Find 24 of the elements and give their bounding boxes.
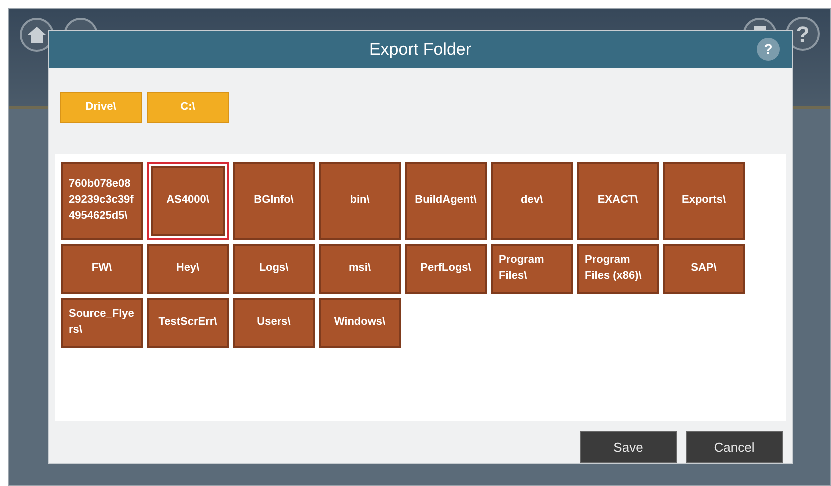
- folder-tile[interactable]: Logs\: [233, 244, 315, 294]
- folder-tile[interactable]: msi\: [319, 244, 401, 294]
- folder-tile[interactable]: Hey\: [147, 244, 229, 294]
- folder-tile[interactable]: Program Files (x86)\: [577, 244, 659, 294]
- folder-tile[interactable]: TestScrErr\: [147, 298, 229, 348]
- folder-tile[interactable]: BGInfo\: [233, 162, 315, 240]
- help-button[interactable]: ?: [757, 38, 780, 61]
- folder-tile[interactable]: dev\: [491, 162, 573, 240]
- folder-tile[interactable]: Source_Flyers\: [61, 298, 143, 348]
- folder-tile[interactable]: EXACT\: [577, 162, 659, 240]
- save-button[interactable]: Save: [580, 431, 677, 463]
- folder-tile[interactable]: Program Files\: [491, 244, 573, 294]
- folder-tile[interactable]: Exports\: [663, 162, 745, 240]
- folder-tile[interactable]: 760b078e0829239c3c39f4954625d5\: [61, 162, 143, 240]
- folder-tile[interactable]: Users\: [233, 298, 315, 348]
- folder-tile[interactable]: BuildAgent\: [405, 162, 487, 240]
- folder-tile[interactable]: FW\: [61, 244, 143, 294]
- folder-tile[interactable]: Windows\: [319, 298, 401, 348]
- folder-tile[interactable]: PerfLogs\: [405, 244, 487, 294]
- cancel-button[interactable]: Cancel: [686, 431, 783, 463]
- folder-tile[interactable]: AS4000\: [147, 162, 229, 240]
- dialog-title: Export Folder: [369, 38, 472, 61]
- folder-tile[interactable]: bin\: [319, 162, 401, 240]
- folder-tile[interactable]: SAP\: [663, 244, 745, 294]
